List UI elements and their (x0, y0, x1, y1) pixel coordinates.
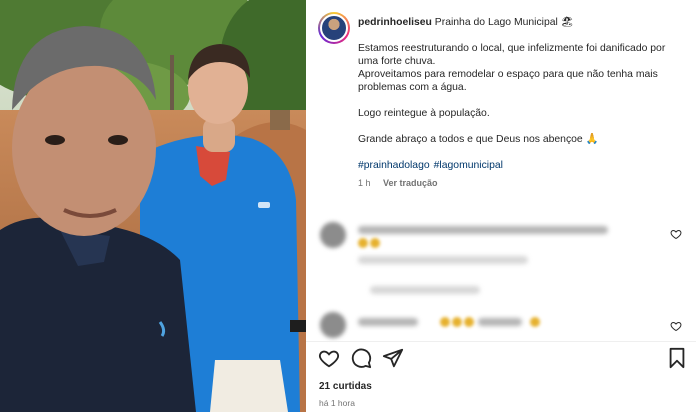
share-icon[interactable] (382, 347, 404, 369)
comment-meta-blurred (358, 256, 528, 264)
username-link[interactable]: pedrinhoeliseu (358, 17, 432, 28)
translate-button[interactable]: Ver tradução (383, 178, 438, 188)
hashtag-link[interactable]: #prainhadolago (358, 160, 430, 171)
emoji-blurred (370, 238, 380, 248)
posted-ago: 1 h (358, 178, 371, 188)
post-media[interactable] (0, 0, 306, 412)
bookmark-icon[interactable] (666, 347, 688, 369)
avatar[interactable] (318, 12, 350, 44)
heart-icon[interactable] (670, 320, 682, 332)
caption-line-2: Aproveitamos para remodelar o espaço par… (358, 69, 658, 93)
action-bar (318, 347, 688, 371)
commenter-avatar[interactable] (320, 222, 346, 248)
hashtag-link[interactable]: #lagomunicipal (434, 160, 503, 171)
emoji-blurred (440, 317, 450, 327)
view-replies-blurred[interactable] (370, 286, 480, 294)
post-title: Prainha do Lago Municipal 🏖 (434, 17, 574, 28)
comment-text-blurred (478, 318, 522, 326)
post-timestamp[interactable]: há 1 hora (319, 398, 355, 408)
caption-line-3: Logo reintegue à população. (358, 108, 490, 119)
caption-line-1: Estamos reestruturando o local, que infe… (358, 43, 666, 67)
emoji-blurred (358, 238, 368, 248)
divider (306, 341, 696, 342)
caption-meta: 1 h Ver tradução (358, 177, 678, 190)
comment-icon[interactable] (350, 347, 372, 369)
hashtags: #prainhadolago #lagomunicipal (358, 159, 678, 172)
comment-text-blurred (358, 318, 418, 326)
caption: pedrinhoeliseu Prainha do Lago Municipal… (358, 16, 678, 190)
caption-line-4: Grande abraço a todos e que Deus nos abe… (358, 134, 599, 145)
comment-item (318, 222, 688, 264)
post-panel: pedrinhoeliseu Prainha do Lago Municipal… (306, 0, 696, 412)
heart-icon[interactable] (670, 228, 682, 240)
emoji-blurred (452, 317, 462, 327)
emoji-blurred (530, 317, 540, 327)
post-photo (0, 0, 306, 412)
commenter-avatar[interactable] (320, 312, 346, 338)
likes-count[interactable]: 21 curtidas (319, 381, 372, 392)
comment-text-blurred (358, 226, 608, 234)
emoji-blurred (464, 317, 474, 327)
heart-icon[interactable] (318, 347, 340, 369)
comment-item (318, 312, 688, 352)
